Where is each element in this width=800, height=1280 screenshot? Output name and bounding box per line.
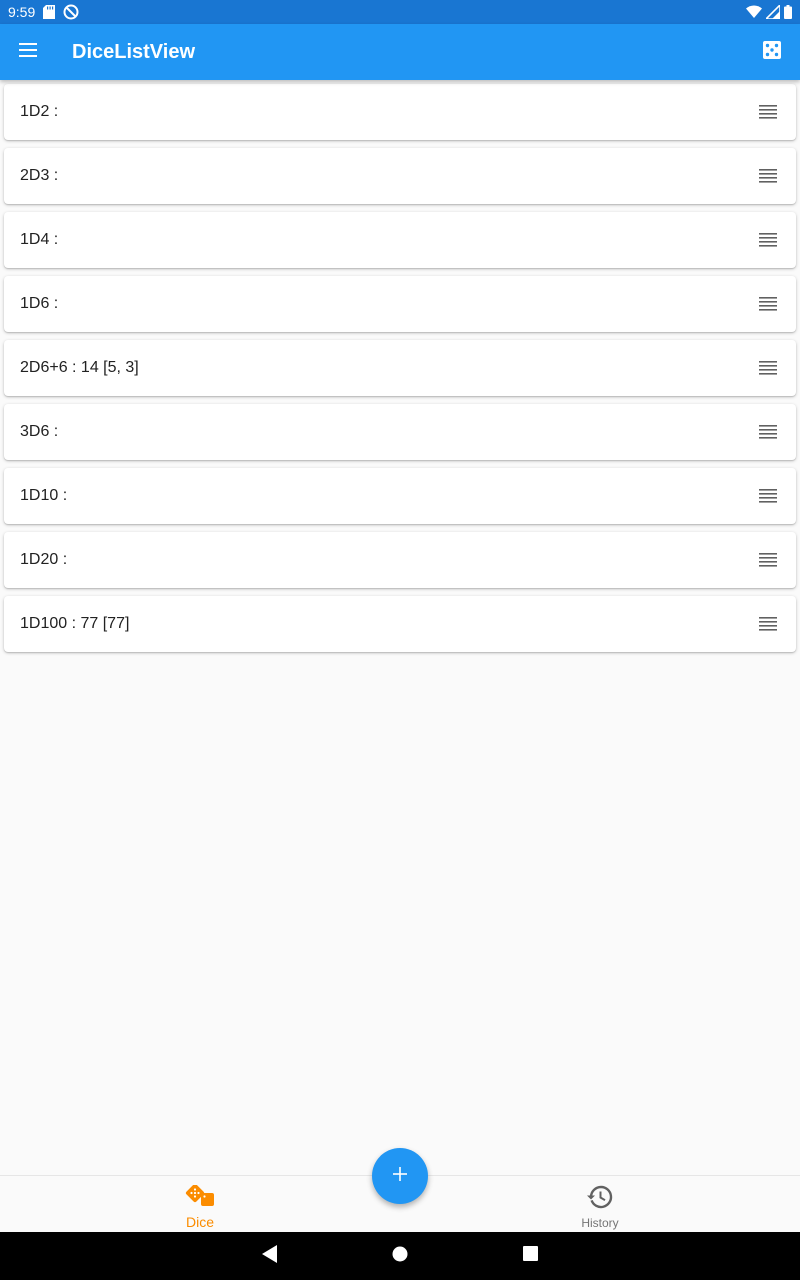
history-icon: [587, 1185, 613, 1214]
add-dice-button[interactable]: [372, 1148, 428, 1204]
drag-handle-icon[interactable]: [744, 532, 792, 588]
dice-item-label: 2D3 :: [20, 167, 59, 184]
menu-button[interactable]: [0, 24, 56, 80]
back-triangle-icon: [262, 1244, 278, 1268]
home-button[interactable]: [335, 1232, 465, 1280]
dice-item-label: 1D2 :: [20, 103, 59, 120]
dice-list-item[interactable]: 1D2 :: [4, 84, 796, 140]
dice-item-label: 1D4 :: [20, 231, 59, 248]
dice-list: 1D2 : 2D3 : 1D4 : 1D6 : 2D6+6 : 14 [5, 3…: [0, 84, 800, 660]
nav-item-history[interactable]: History: [400, 1176, 800, 1232]
recents-square-icon: [522, 1246, 538, 1266]
dice-list-item[interactable]: 2D3 :: [4, 148, 796, 204]
dice-item-label: 1D20 :: [20, 551, 68, 568]
plus-icon: [392, 1166, 408, 1187]
app-bar: DiceListView: [0, 24, 800, 80]
sync-disabled-icon: [63, 4, 79, 20]
sd-card-icon: [43, 5, 56, 19]
dice-list-item[interactable]: 2D6+6 : 14 [5, 3]: [4, 340, 796, 396]
dice-list-item[interactable]: 1D6 :: [4, 276, 796, 332]
drag-handle-icon[interactable]: [744, 404, 792, 460]
dice-item-label: 1D10 :: [20, 487, 68, 504]
system-navigation-bar: [0, 1232, 800, 1280]
dice-list-item[interactable]: 1D10 :: [4, 468, 796, 524]
drag-handle-icon[interactable]: [744, 148, 792, 204]
dice-icon: [763, 40, 781, 64]
drag-handle-icon[interactable]: [744, 212, 792, 268]
drag-handle-icon[interactable]: [744, 84, 792, 140]
dice-list-item[interactable]: 3D6 :: [4, 404, 796, 460]
back-button[interactable]: [205, 1232, 335, 1280]
dice-list-item[interactable]: 1D100 : 77 [77]: [4, 596, 796, 652]
recents-button[interactable]: [465, 1232, 595, 1280]
dice-list-item[interactable]: 1D20 :: [4, 532, 796, 588]
dice-item-label: 3D6 :: [20, 423, 59, 440]
wifi-icon: [746, 5, 762, 19]
signal-icon: [766, 5, 780, 19]
nav-label-dice: Dice: [185, 1213, 214, 1230]
page-title: DiceListView: [72, 40, 196, 63]
dice-item-label: 2D6+6 : 14 [5, 3]: [20, 359, 139, 376]
status-bar: 9:59: [0, 0, 800, 24]
battery-icon: [784, 5, 792, 19]
drag-handle-icon[interactable]: [744, 596, 792, 652]
roll-dice-button[interactable]: [748, 24, 796, 80]
drag-handle-icon[interactable]: [744, 276, 792, 332]
nav-item-dice[interactable]: Dice: [0, 1176, 400, 1232]
nav-label-history: History: [581, 1215, 619, 1230]
dice-item-label: 1D100 : 77 [77]: [20, 615, 130, 632]
hamburger-menu-icon: [19, 42, 37, 62]
dice-list-item[interactable]: 1D4 :: [4, 212, 796, 268]
dice-item-label: 1D6 :: [20, 295, 59, 312]
dice-icon: [184, 1183, 216, 1212]
drag-handle-icon[interactable]: [744, 340, 792, 396]
drag-handle-icon[interactable]: [744, 468, 792, 524]
home-circle-icon: [392, 1246, 408, 1267]
status-time: 9:59: [8, 4, 36, 20]
